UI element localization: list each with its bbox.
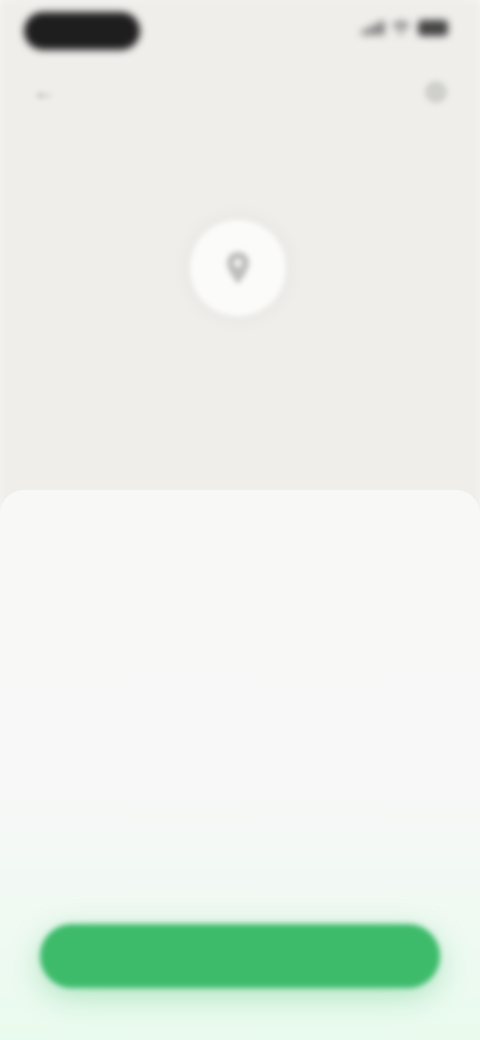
back-arrow-icon: ← — [33, 79, 55, 104]
signal-icon — [362, 21, 384, 35]
sheet-content — [40, 540, 440, 584]
status-time-pill — [24, 12, 140, 50]
status-bar — [0, 0, 480, 64]
top-navigation: ← — [0, 70, 480, 110]
status-icons — [362, 20, 448, 36]
battery-icon — [418, 20, 448, 36]
primary-action-button[interactable] — [40, 924, 440, 988]
location-pin-icon — [227, 252, 249, 284]
help-button[interactable] — [420, 76, 452, 108]
screen: ← — [0, 0, 480, 1040]
help-icon — [425, 81, 447, 103]
wifi-icon — [392, 21, 410, 35]
map-pin-marker — [190, 220, 286, 316]
back-button[interactable]: ← — [28, 76, 60, 108]
